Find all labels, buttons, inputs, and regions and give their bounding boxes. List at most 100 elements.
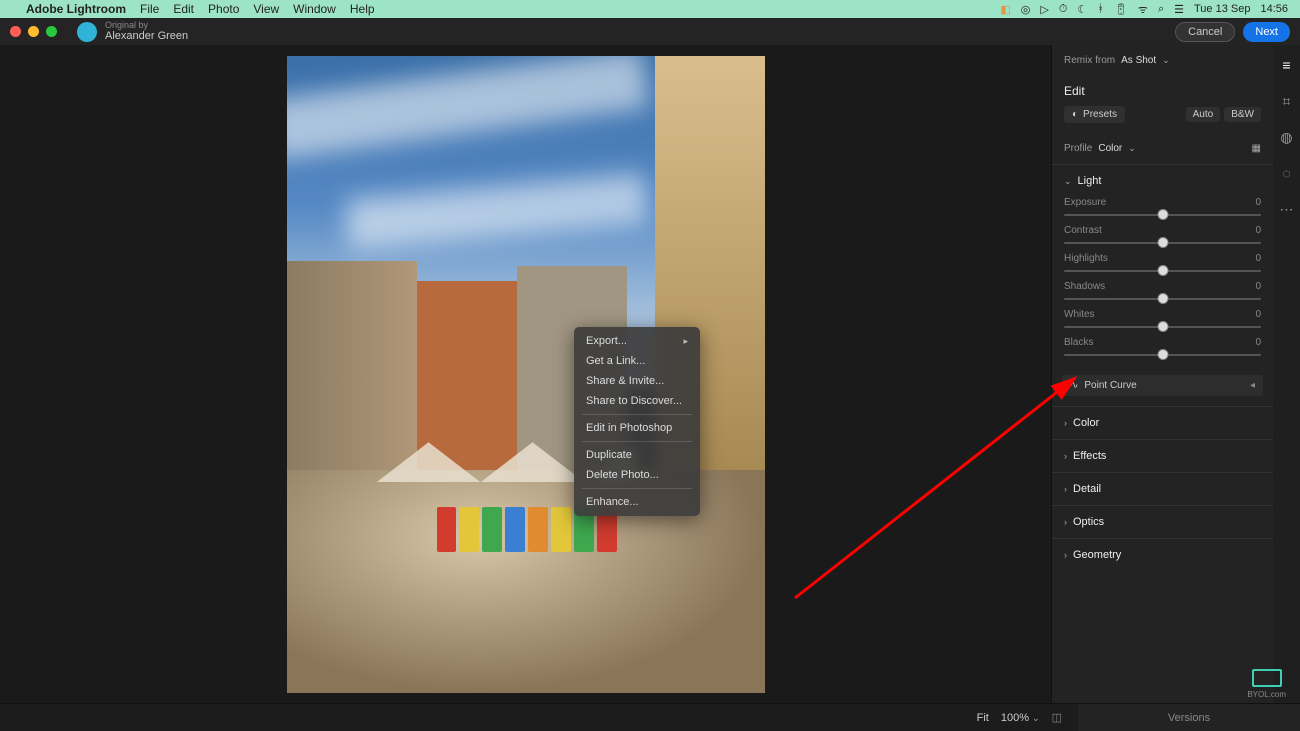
- more-icon[interactable]: ⋯: [1279, 201, 1295, 217]
- title-info: Original by Alexander Green: [105, 21, 188, 43]
- heal-icon[interactable]: ◍: [1279, 129, 1295, 145]
- menu-file[interactable]: File: [140, 2, 159, 16]
- status-icon[interactable]: ⏱: [1059, 3, 1068, 16]
- menu-edit[interactable]: Edit: [173, 2, 194, 16]
- canvas-area[interactable]: [0, 45, 1051, 703]
- fit-label[interactable]: Fit: [977, 712, 989, 724]
- crop-icon[interactable]: ⌗: [1279, 93, 1295, 109]
- ctx-get-a-link-[interactable]: Get a Link...: [574, 351, 700, 371]
- presets-icon: ◐: [1072, 109, 1078, 120]
- ctx-duplicate[interactable]: Duplicate: [574, 445, 700, 465]
- ctx-delete-photo-[interactable]: Delete Photo...: [574, 465, 700, 485]
- status-icon[interactable]: ◧: [1000, 3, 1010, 16]
- bw-button[interactable]: B&W: [1224, 107, 1261, 122]
- slider-value: 0: [1255, 253, 1261, 264]
- slider-value: 0: [1255, 225, 1261, 236]
- original-by-label: Original by: [105, 21, 188, 31]
- edit-header: Edit: [1052, 76, 1273, 104]
- chevron-right-icon: ▸: [683, 336, 688, 347]
- menubar-time[interactable]: 14:56: [1260, 3, 1288, 15]
- menu-photo[interactable]: Photo: [208, 2, 239, 16]
- ctx-edit-in-photoshop[interactable]: Edit in Photoshop: [574, 418, 700, 438]
- menu-help[interactable]: Help: [350, 2, 375, 16]
- section-optics[interactable]: ›Optics: [1052, 506, 1273, 538]
- mask-icon[interactable]: ◌: [1279, 165, 1295, 181]
- window-controls: [10, 26, 57, 37]
- remix-label: Remix from: [1064, 55, 1115, 66]
- slider-value: 0: [1255, 197, 1261, 208]
- slider-label: Shadows: [1064, 281, 1105, 292]
- auto-button[interactable]: Auto: [1186, 107, 1221, 122]
- remix-value: As Shot: [1121, 55, 1156, 66]
- profile-grid-icon[interactable]: ▦: [1252, 143, 1261, 154]
- slider-label: Exposure: [1064, 197, 1106, 208]
- search-icon[interactable]: ⌕: [1158, 3, 1164, 16]
- bluetooth-icon[interactable]: ᚼ: [1097, 3, 1104, 15]
- chevron-right-icon: ›: [1064, 484, 1067, 494]
- section-color[interactable]: ›Color: [1052, 407, 1273, 439]
- slider-shadows[interactable]: [1064, 298, 1261, 300]
- point-curve-button[interactable]: ∿ Point Curve ◂: [1062, 375, 1263, 396]
- menubar-date[interactable]: Tue 13 Sep: [1194, 3, 1250, 15]
- profile-value: Color: [1098, 143, 1122, 154]
- chevron-right-icon: ›: [1064, 451, 1067, 461]
- context-menu: Export...▸Get a Link...Share & Invite...…: [574, 327, 700, 516]
- slider-value: 0: [1255, 337, 1261, 348]
- ctx-export-[interactable]: Export...▸: [574, 331, 700, 351]
- ctx-share-invite-[interactable]: Share & Invite...: [574, 371, 700, 391]
- next-button[interactable]: Next: [1243, 22, 1290, 42]
- chevron-left-icon: ◂: [1250, 380, 1255, 391]
- slider-blacks[interactable]: [1064, 354, 1261, 356]
- slider-label: Highlights: [1064, 253, 1108, 264]
- profile-row[interactable]: Profile Color ⌄ ▦: [1052, 133, 1273, 164]
- chevron-down-icon: ⌄: [1064, 176, 1072, 187]
- adjust-icon[interactable]: ≡: [1279, 57, 1295, 73]
- chevron-down-icon: ⌄: [1128, 143, 1136, 154]
- section-effects[interactable]: ›Effects: [1052, 440, 1273, 472]
- wifi-icon[interactable]: ᯤ: [1138, 2, 1148, 17]
- profile-label: Profile: [1064, 143, 1092, 154]
- section-geometry[interactable]: ›Geometry: [1052, 539, 1273, 571]
- author-name: Alexander Green: [105, 30, 188, 42]
- mac-menubar: Adobe Lightroom File Edit Photo View Win…: [0, 0, 1300, 18]
- watermark: BYOL.com: [1247, 669, 1286, 699]
- maximize-window[interactable]: [46, 26, 57, 37]
- section-light[interactable]: ⌄ Light: [1052, 165, 1273, 197]
- slider-contrast[interactable]: [1064, 242, 1261, 244]
- slider-label: Blacks: [1064, 337, 1093, 348]
- chevron-down-icon: ⌄: [1162, 55, 1170, 66]
- versions-bar[interactable]: Versions: [1078, 703, 1300, 731]
- ctx-share-to-discover-[interactable]: Share to Discover...: [574, 391, 700, 411]
- avatar[interactable]: [77, 22, 97, 42]
- remix-row[interactable]: Remix from As Shot ⌄: [1052, 45, 1273, 76]
- status-icon[interactable]: ▷: [1040, 3, 1048, 16]
- bottom-bar: Fit 100% ⌄ ◫: [0, 703, 1078, 731]
- chevron-right-icon: ›: [1064, 418, 1067, 428]
- menu-window[interactable]: Window: [293, 2, 336, 16]
- close-window[interactable]: [10, 26, 21, 37]
- cancel-button[interactable]: Cancel: [1175, 22, 1235, 42]
- curve-icon: ∿: [1070, 380, 1078, 391]
- slider-label: Whites: [1064, 309, 1095, 320]
- presets-button[interactable]: ◐ Presets: [1064, 106, 1125, 123]
- slider-highlights[interactable]: [1064, 270, 1261, 272]
- app-titlebar: Original by Alexander Green Cancel Next: [0, 18, 1300, 45]
- slider-whites[interactable]: [1064, 326, 1261, 328]
- slider-value: 0: [1255, 309, 1261, 320]
- minimize-window[interactable]: [28, 26, 39, 37]
- menu-view[interactable]: View: [253, 2, 279, 16]
- compare-icon[interactable]: ◫: [1052, 711, 1062, 724]
- chevron-right-icon: ›: [1064, 550, 1067, 560]
- zoom-value[interactable]: 100% ⌄: [1001, 712, 1040, 724]
- battery-icon[interactable]: 🔋︎: [1114, 3, 1128, 16]
- moon-icon[interactable]: ☾: [1077, 3, 1087, 16]
- control-center-icon[interactable]: ☰: [1174, 3, 1184, 16]
- section-detail[interactable]: ›Detail: [1052, 473, 1273, 505]
- tool-rail: ≡ ⌗ ◍ ◌ ⋯: [1273, 45, 1300, 703]
- slider-value: 0: [1255, 281, 1261, 292]
- status-icon[interactable]: ◎: [1021, 3, 1031, 16]
- chevron-right-icon: ›: [1064, 517, 1067, 527]
- ctx-enhance-[interactable]: Enhance...: [574, 492, 700, 512]
- app-name[interactable]: Adobe Lightroom: [26, 2, 126, 16]
- slider-exposure[interactable]: [1064, 214, 1261, 216]
